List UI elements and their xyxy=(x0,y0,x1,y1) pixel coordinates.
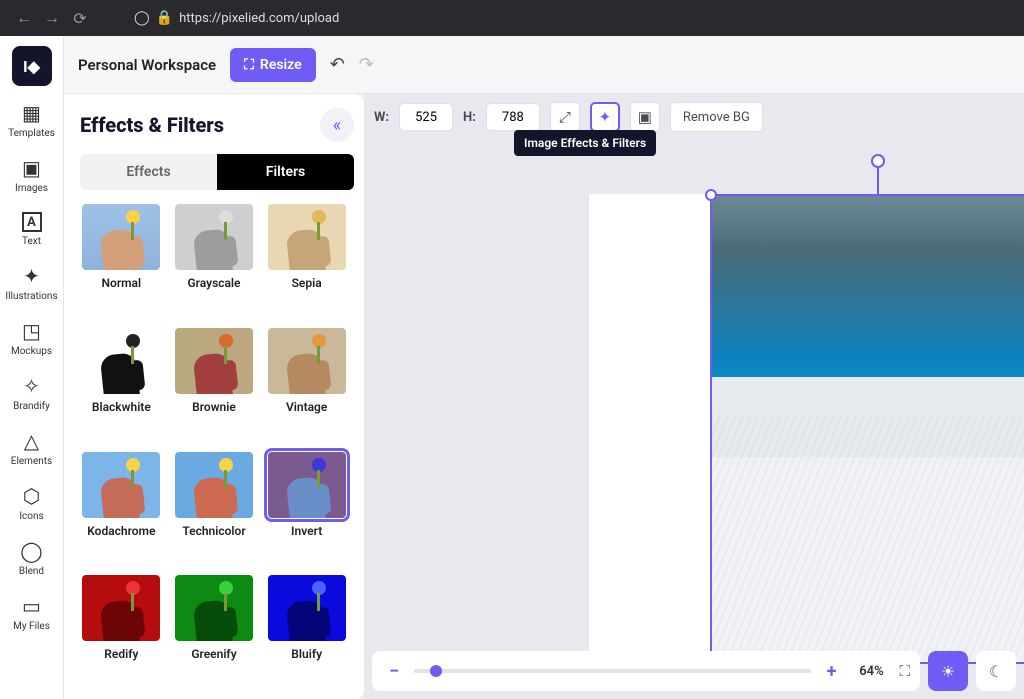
tab-effects[interactable]: Effects xyxy=(80,154,217,190)
left-rail: I◆ ▦Templates ▣Images AText ✦Illustratio… xyxy=(0,36,64,699)
rail-elements[interactable]: △Elements xyxy=(0,422,64,477)
crop-icon: ▣ xyxy=(638,108,652,126)
effects-button[interactable]: ✦ xyxy=(590,102,620,132)
effects-panel: Effects & Filters « Effects Filters Norm… xyxy=(64,94,364,699)
rail-templates[interactable]: ▦Templates xyxy=(0,94,64,149)
blend-icon: ◯ xyxy=(20,540,42,562)
filter-greenify[interactable]: Greenify xyxy=(173,575,256,689)
lock-icon: 🔒 xyxy=(156,10,173,26)
dark-theme-button[interactable]: ☾ xyxy=(976,651,1016,691)
filter-technicolor[interactable]: Technicolor xyxy=(173,452,256,566)
sun-icon: ☀ xyxy=(941,662,955,681)
selected-image[interactable] xyxy=(710,194,1024,664)
collapse-panel-button[interactable]: « xyxy=(320,108,354,142)
browser-bar: ← → ⟳ ◯ 🔒 https://pixelied.com/upload xyxy=(0,0,1024,36)
mockups-icon: ◳ xyxy=(22,320,41,342)
height-input[interactable] xyxy=(486,103,540,131)
rotate-handle[interactable] xyxy=(871,154,885,168)
workspace-name[interactable]: Personal Workspace xyxy=(78,56,216,74)
fit-screen-button[interactable]: ⛶ xyxy=(899,662,910,680)
reload-icon[interactable]: ⟳ xyxy=(66,4,94,32)
tooltip: Image Effects & Filters xyxy=(514,130,656,156)
filter-brownie[interactable]: Brownie xyxy=(173,328,256,442)
zoom-out-button[interactable]: − xyxy=(382,661,406,682)
filter-normal[interactable]: Normal xyxy=(80,204,163,318)
remove-bg-button[interactable]: Remove BG xyxy=(670,102,763,132)
zoom-percent: 64% xyxy=(851,664,891,679)
canvas-area[interactable]: W: H: ⤢ ✦ ▣ Remove BG Image Effects & Fi… xyxy=(364,94,1024,699)
undo-button[interactable]: ↶ xyxy=(330,54,345,75)
elements-icon: △ xyxy=(24,430,39,452)
shield-icon: ◯ xyxy=(134,10,150,26)
filters-grid[interactable]: Normal Grayscale Sepia Blackwhite Browni… xyxy=(80,204,354,699)
rail-mockups[interactable]: ◳Mockups xyxy=(0,312,64,367)
top-bar: Personal Workspace ⛶Resize ↶ ↷ xyxy=(64,36,1024,94)
light-theme-button[interactable]: ☀ xyxy=(928,651,968,691)
panel-title: Effects & Filters xyxy=(80,113,224,137)
zoom-slider-thumb[interactable] xyxy=(430,665,442,677)
crop-button[interactable]: ▣ xyxy=(630,102,660,132)
panel-tabs: Effects Filters xyxy=(80,154,354,190)
rail-myfiles[interactable]: ▭My Files xyxy=(0,587,64,642)
redo-button[interactable]: ↷ xyxy=(359,54,374,75)
height-label: H: xyxy=(463,110,476,125)
zoom-control: − + 64% ⛶ xyxy=(372,651,920,691)
rail-images[interactable]: ▣Images xyxy=(0,149,64,204)
chevron-left-icon: « xyxy=(333,115,341,136)
filter-grayscale[interactable]: Grayscale xyxy=(173,204,256,318)
resize-button[interactable]: ⛶Resize xyxy=(230,48,316,82)
tab-filters[interactable]: Filters xyxy=(217,154,354,190)
bottom-bar: − + 64% ⛶ ☀ ☾ xyxy=(372,651,1016,691)
folder-icon: ▭ xyxy=(22,595,41,617)
url-text: https://pixelied.com/upload xyxy=(179,11,339,26)
filter-redify[interactable]: Redify xyxy=(80,575,163,689)
filter-kodachrome[interactable]: Kodachrome xyxy=(80,452,163,566)
rail-icons[interactable]: ⬡Icons xyxy=(0,477,64,532)
images-icon: ▣ xyxy=(22,157,41,179)
zoom-in-button[interactable]: + xyxy=(819,661,843,682)
icons-icon: ⬡ xyxy=(23,485,40,507)
sparkle-icon: ✦ xyxy=(599,108,612,126)
filter-bluify[interactable]: Bluify xyxy=(265,575,348,689)
templates-icon: ▦ xyxy=(22,102,41,124)
filter-invert[interactable]: Invert xyxy=(265,452,348,566)
moon-icon: ☾ xyxy=(989,662,1003,681)
address-bar[interactable]: ◯ 🔒 https://pixelied.com/upload xyxy=(134,10,1014,26)
properties-bar: W: H: ⤢ ✦ ▣ Remove BG xyxy=(374,102,763,132)
filter-blackwhite[interactable]: Blackwhite xyxy=(80,328,163,442)
zoom-slider[interactable] xyxy=(414,669,811,673)
width-input[interactable] xyxy=(399,103,453,131)
rail-text[interactable]: AText xyxy=(0,204,64,257)
expand-icon: ⤢ xyxy=(559,108,571,126)
back-icon[interactable]: ← xyxy=(10,4,38,32)
text-icon: A xyxy=(22,212,42,232)
brandify-icon: ✧ xyxy=(23,375,40,397)
illustrations-icon: ✦ xyxy=(23,265,40,287)
resize-handle-tl[interactable] xyxy=(705,189,717,201)
filter-vintage[interactable]: Vintage xyxy=(265,328,348,442)
rail-illustrations[interactable]: ✦Illustrations xyxy=(0,257,64,312)
app-logo[interactable]: I◆ xyxy=(12,46,52,86)
width-label: W: xyxy=(374,110,389,125)
resize-icon: ⛶ xyxy=(244,57,254,73)
expand-button[interactable]: ⤢ xyxy=(550,102,580,132)
image-content xyxy=(712,196,1024,662)
filter-sepia[interactable]: Sepia xyxy=(265,204,348,318)
forward-icon[interactable]: → xyxy=(38,4,66,32)
rail-blend[interactable]: ◯Blend xyxy=(0,532,64,587)
rail-brandify[interactable]: ✧Brandify xyxy=(0,367,64,422)
